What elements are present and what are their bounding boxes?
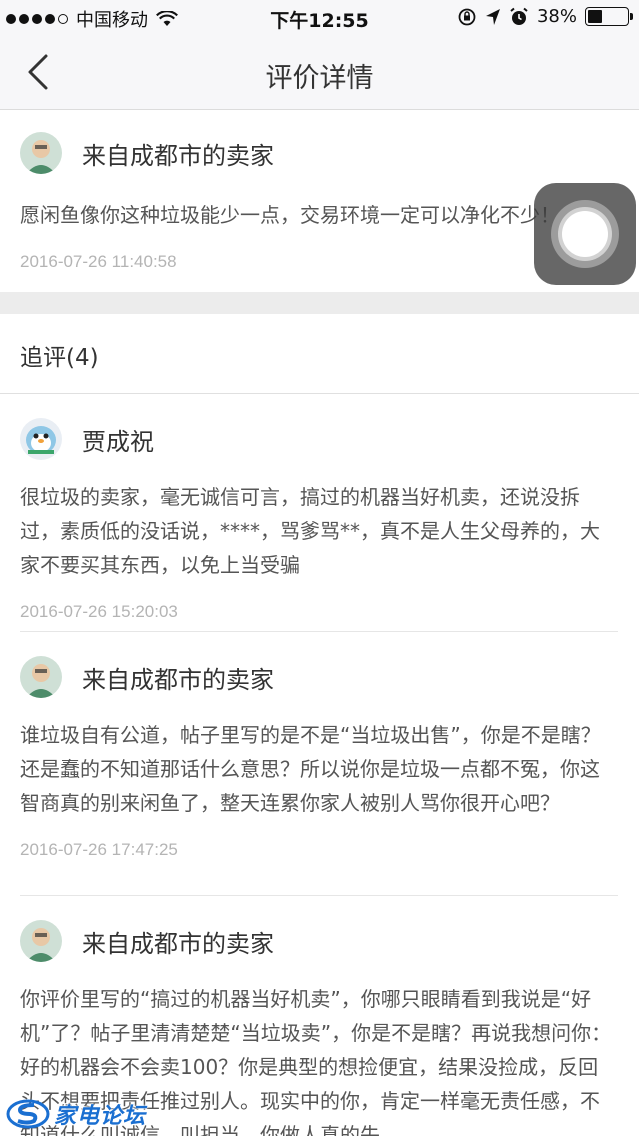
followup-item: 来自成都市的卖家 谁垃圾自有公道，帖子里写的是不是“当垃圾出售”，你是不是瞎？还…: [20, 632, 618, 896]
location-icon: [485, 8, 500, 25]
followup-item: 贾成祝 很垃圾的卖家，毫无诚信可言，搞过的机器当好机卖，还说没拆过，素质低的没话…: [20, 394, 618, 632]
battery-icon: [585, 7, 633, 26]
page-title: 评价详情: [265, 63, 374, 94]
watermark-text: 家电论坛: [54, 1104, 147, 1129]
followup-count-label: 追评(4): [20, 345, 99, 371]
forum-logo-icon: [6, 1099, 50, 1129]
nav-bar: 评价详情: [0, 36, 639, 110]
page: 中国移动 下午12:55 38% 评价详情 来自成都市的卖家 愿闲鱼像你这种垃圾…: [0, 0, 639, 1136]
section-divider: [0, 292, 639, 314]
rotation-lock-icon: [458, 8, 476, 25]
seller-avatar[interactable]: [20, 920, 62, 962]
buyer-avatar[interactable]: [20, 418, 62, 460]
seller-avatar[interactable]: [20, 656, 62, 698]
followup-content: 很垃圾的卖家，毫无诚信可言，搞过的机器当好机卖，还说没拆过，素质低的没话说，**…: [20, 485, 600, 577]
seller-avatar[interactable]: [20, 132, 62, 174]
followup-timestamp: 2016-07-26 17:47:25: [20, 840, 178, 859]
alarm-icon: [510, 7, 528, 25]
assistive-touch-button[interactable]: [534, 183, 636, 285]
followup-content: 谁垃圾自有公道，帖子里写的是不是“当垃圾出售”，你是不是瞎？还是蠢的不知道那话什…: [20, 723, 601, 815]
reviewer-name[interactable]: 来自成都市的卖家: [82, 924, 274, 959]
battery-percent: 38%: [536, 6, 577, 27]
reviewer-name[interactable]: 来自成都市的卖家: [82, 136, 274, 171]
reviewer-name[interactable]: 贾成祝: [82, 422, 154, 457]
followup-timestamp: 2016-07-26 15:20:03: [20, 602, 178, 621]
review-timestamp: 2016-07-26 11:40:58: [20, 252, 177, 271]
status-bar: 中国移动 下午12:55 38%: [0, 0, 639, 36]
watermark: 家电论坛: [6, 1094, 146, 1134]
reviewer-name[interactable]: 来自成都市的卖家: [82, 660, 274, 695]
followup-header: 追评(4): [0, 314, 639, 394]
